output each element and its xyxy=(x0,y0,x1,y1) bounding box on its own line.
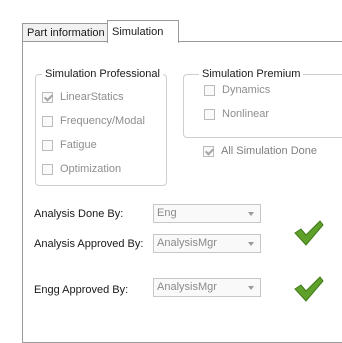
dropdown-value: AnalysisMgr xyxy=(157,237,217,249)
tab-simulation[interactable]: Simulation xyxy=(107,20,179,43)
green-checkmark-icon xyxy=(294,276,324,302)
dropdown-value: Eng xyxy=(157,207,177,219)
all-simulation-done-checkbox[interactable] xyxy=(203,145,214,157)
group-title: Simulation Premium xyxy=(199,68,304,80)
tab-part-information[interactable]: Part information xyxy=(22,23,114,42)
dynamics-checkbox-row[interactable]: Dynamics xyxy=(204,83,270,97)
checkbox-label: Optimization xyxy=(60,163,122,175)
dropdown-value: AnalysisMgr xyxy=(157,281,217,293)
checkbox-label: Frequency/Modal xyxy=(60,115,145,127)
simulation-premium-group: Simulation Premium Dynamics Nonlinear xyxy=(183,68,342,138)
fatigue-checkbox-row[interactable]: Fatigue xyxy=(42,138,97,152)
nonlinear-checkbox[interactable] xyxy=(204,108,215,120)
nonlinear-checkbox-row[interactable]: Nonlinear xyxy=(204,107,269,121)
checkbox-label: Dynamics xyxy=(222,84,271,96)
engg-approved-by-label: Engg Approved By: xyxy=(34,284,129,296)
simulation-professional-group: Simulation Professional LinearStatics Fr… xyxy=(35,68,167,186)
fatigue-checkbox[interactable] xyxy=(42,139,53,151)
optimization-checkbox-row[interactable]: Optimization xyxy=(42,162,121,176)
frequency-modal-checkbox-row[interactable]: Frequency/Modal xyxy=(42,114,145,128)
all-simulation-done-checkbox-row[interactable]: All Simulation Done xyxy=(203,144,317,158)
checkbox-label: All Simulation Done xyxy=(221,145,317,157)
checkbox-label: Fatigue xyxy=(60,139,97,151)
checkbox-label: Nonlinear xyxy=(222,108,270,120)
linearstatics-checkbox[interactable] xyxy=(42,91,53,103)
analysis-done-by-label: Analysis Done By: xyxy=(34,208,124,220)
frequency-modal-checkbox[interactable] xyxy=(42,115,53,127)
analysis-approved-by-dropdown[interactable]: AnalysisMgr xyxy=(153,234,261,253)
green-checkmark-icon xyxy=(294,220,324,246)
dynamics-checkbox[interactable] xyxy=(204,84,215,96)
analysis-done-by-dropdown[interactable]: Eng xyxy=(153,204,261,223)
chevron-down-icon xyxy=(248,242,254,246)
group-title: Simulation Professional xyxy=(42,68,163,80)
chevron-down-icon xyxy=(248,286,254,290)
analysis-approved-by-label: Analysis Approved By: xyxy=(34,238,144,250)
engg-approved-by-dropdown[interactable]: AnalysisMgr xyxy=(153,278,261,297)
simulation-panel: Simulation Professional LinearStatics Fr… xyxy=(22,41,342,343)
linearstatics-checkbox-row[interactable]: LinearStatics xyxy=(42,90,124,104)
checkbox-label: LinearStatics xyxy=(60,91,124,103)
optimization-checkbox[interactable] xyxy=(42,163,53,175)
chevron-down-icon xyxy=(248,212,254,216)
